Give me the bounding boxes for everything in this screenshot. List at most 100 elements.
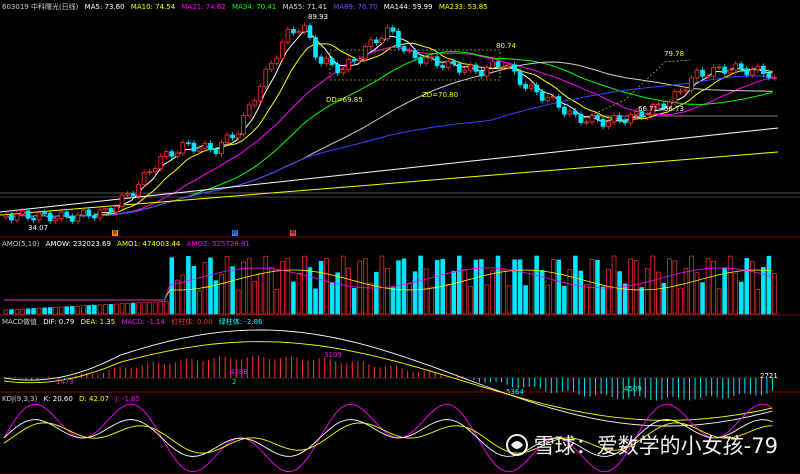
volume-bar (468, 286, 473, 315)
volume-bar (108, 303, 114, 315)
volume-bar (130, 302, 136, 315)
volume-bar (390, 287, 396, 315)
candle-body (20, 210, 25, 215)
volume-bar (584, 284, 589, 315)
volume-bar (269, 266, 274, 315)
volume-bar (517, 259, 523, 315)
event-marker[interactable]: 金 (112, 230, 118, 236)
volume-bar (445, 284, 451, 315)
volume-bar (224, 255, 230, 315)
candle-body (268, 62, 274, 70)
volume-bar (241, 261, 246, 315)
volume-bar (230, 266, 235, 315)
volume-bar (379, 255, 385, 315)
volume-bar (512, 259, 517, 315)
candle-body (506, 64, 512, 67)
candle-body (385, 27, 390, 40)
peak-79-label: 79.78 (664, 50, 685, 58)
volume-bar (633, 260, 639, 315)
candle-body (440, 65, 446, 68)
volume-bar (418, 255, 423, 315)
candle-body (318, 56, 324, 64)
macd-annotation: 2 (232, 378, 237, 386)
volume-bar (589, 258, 595, 315)
volume-bar (374, 271, 379, 315)
volume-bar (562, 285, 567, 315)
candle-body (329, 58, 335, 65)
ma34-label: MA34: 70.41 (231, 3, 277, 11)
volume-bar (385, 268, 390, 315)
candle-body (257, 86, 263, 102)
candle-body (617, 115, 622, 121)
volume-bar (86, 305, 92, 315)
volume-bar (324, 258, 329, 315)
volume-bar (456, 255, 462, 315)
volume-bar (407, 283, 412, 315)
volume-bar (578, 270, 584, 315)
volume-bar (490, 270, 495, 315)
macd-annotation: 4288 (230, 368, 248, 376)
volume-bar (158, 301, 164, 315)
volume-bar (650, 255, 656, 315)
ma21-label: MA21: 74.62 (181, 3, 226, 11)
candle-body (202, 142, 208, 149)
candle-body (241, 115, 246, 135)
moving-average-lines (0, 30, 779, 219)
candle-body (280, 41, 285, 59)
volume-bar (58, 306, 64, 315)
volume-bar (644, 268, 650, 315)
ma89-label: MA89: 76.70 (333, 3, 378, 11)
macd-value-label: MACD: -1.14 (121, 318, 166, 326)
d-label: D: 42.07 (79, 395, 110, 403)
volume-bar (14, 309, 20, 315)
volume-bar (738, 281, 744, 315)
candle-body (545, 97, 551, 101)
candle-body (75, 214, 81, 222)
candle-body (36, 212, 42, 221)
candle-body (302, 25, 307, 32)
candle-body (727, 69, 733, 74)
volume-bar (622, 283, 628, 315)
candle-body (340, 69, 346, 74)
ma5-label: MA5: 73.60 (84, 3, 125, 11)
candle-body (595, 115, 600, 120)
candle-body (396, 30, 401, 47)
candle-body (69, 215, 75, 222)
candle-body (462, 69, 468, 73)
amo2-label: AMO2: 525729.81 (186, 240, 250, 248)
candle-body (213, 149, 219, 155)
candle-body (368, 39, 374, 47)
volume-bar (716, 288, 722, 315)
volume-bar (191, 265, 197, 315)
dd-label: DD=69.85 (326, 96, 363, 104)
amo-title: AMO(5,10) (2, 240, 40, 248)
volume-bar (484, 284, 490, 315)
candle-body (561, 106, 567, 115)
candle-body (716, 66, 722, 69)
candle-body (324, 58, 329, 64)
macd-legend: MACD做值 DIF: 0.79 DEA: 1.35 MACD: -1.14 红… (2, 317, 266, 327)
snowball-logo-icon (505, 434, 528, 456)
candlesticks (3, 22, 777, 225)
event-marker[interactable]: 财 (232, 230, 238, 236)
volume-bar (667, 258, 672, 315)
candle-body (246, 104, 252, 117)
candle-body (567, 110, 573, 115)
volume-bar (302, 255, 307, 315)
candle-body (285, 29, 291, 43)
candle-body (3, 214, 9, 218)
watermark-text: 雪球：爱数学的小女孩-79 (533, 434, 778, 458)
event-marker[interactable]: 券 (290, 230, 296, 236)
ma21-line (3, 46, 773, 219)
candle-body (219, 142, 224, 155)
peak-80-label: 80.74 (496, 42, 517, 50)
candle-body (208, 142, 213, 151)
volume-bar (733, 272, 738, 315)
candle-body (689, 77, 694, 91)
candle-body (738, 63, 744, 70)
candle-body (141, 172, 147, 186)
volume-bar (175, 279, 180, 315)
candle-body (81, 209, 86, 216)
volume-bar (114, 303, 119, 315)
volume-bar (291, 281, 296, 315)
